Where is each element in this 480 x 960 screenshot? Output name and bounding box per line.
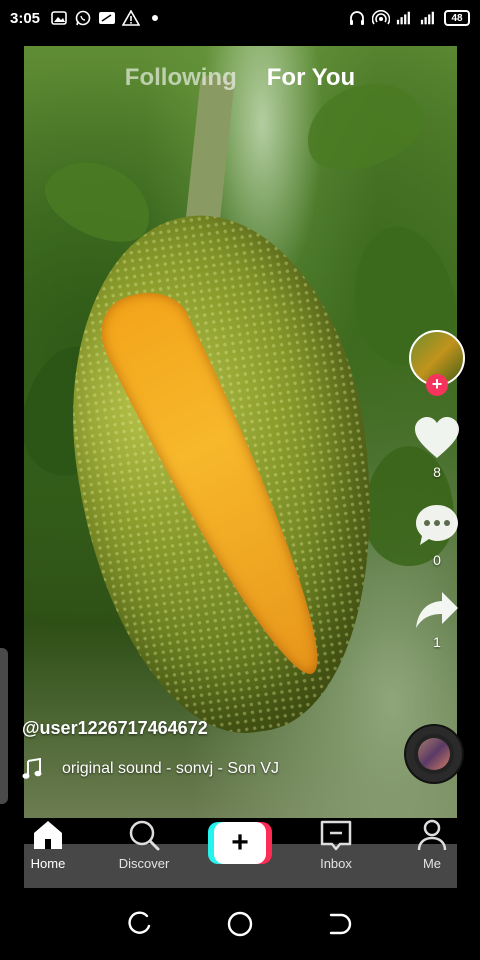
feed-tabs: Following For You [0,64,480,92]
back-icon[interactable] [327,911,353,937]
signal-icon [420,9,438,27]
gallery-icon [50,9,68,27]
status-right-icons: 48 [348,9,470,27]
share-button[interactable]: 1 [414,590,460,650]
signal-4g-icon [396,9,414,27]
inbox-icon [320,820,352,851]
share-count: 1 [433,634,441,650]
whatsapp-icon [74,9,92,27]
comment-count: 0 [433,552,441,568]
home-button-icon[interactable] [226,910,254,938]
jackfruit [44,196,404,752]
action-rail: + 8 0 1 [408,330,466,650]
nav-discover[interactable]: Discover [96,818,192,888]
system-nav-bar [0,888,480,960]
share-icon [416,592,458,628]
nav-discover-label: Discover [118,856,170,871]
edge-panel-handle[interactable] [0,648,8,804]
create-button[interactable]: + [208,822,272,864]
nav-inbox[interactable]: Inbox [288,818,384,888]
like-button[interactable]: 8 [413,416,461,480]
search-icon [129,820,160,851]
bottom-nav: Home Discover + Inbox Me [0,818,480,888]
nav-me[interactable]: Me [384,818,480,888]
dot-icon [146,9,164,27]
home-icon [34,821,62,849]
comment-icon [416,505,458,545]
heart-icon [415,417,459,458]
creator-username[interactable]: @user1226717464672 [22,718,208,739]
sound-info[interactable]: original sound - sonvj - Son VJ [22,758,279,780]
plus-icon: + [214,822,266,864]
tab-for-you[interactable]: For You [267,64,355,92]
person-icon [417,819,447,851]
recents-icon[interactable] [127,911,153,937]
nav-create[interactable]: + [192,818,288,888]
sound-disc[interactable] [406,726,462,782]
headphones-icon [348,9,366,27]
creator-avatar[interactable]: + [409,330,465,396]
status-bar: 3:05 48 [0,0,480,36]
status-left-icons [50,9,164,27]
nav-me-label: Me [422,856,442,871]
comment-button[interactable]: 0 [414,502,460,568]
message-icon [98,9,116,27]
nav-inbox-label: Inbox [320,856,352,871]
video-player[interactable] [24,46,457,818]
status-time: 3:05 [10,9,41,27]
battery-indicator: 48 [444,10,470,26]
tab-following[interactable]: Following [125,64,237,92]
sound-label: original sound - sonvj - Son VJ [62,760,279,777]
warning-icon [122,9,141,27]
nav-home[interactable]: Home [0,818,96,888]
follow-plus-icon[interactable]: + [426,374,448,396]
nav-home-label: Home [30,856,66,871]
music-note-icon [22,758,42,779]
sound-disc-avatar [418,738,450,770]
hotspot-icon [372,9,390,27]
like-count: 8 [433,464,441,480]
